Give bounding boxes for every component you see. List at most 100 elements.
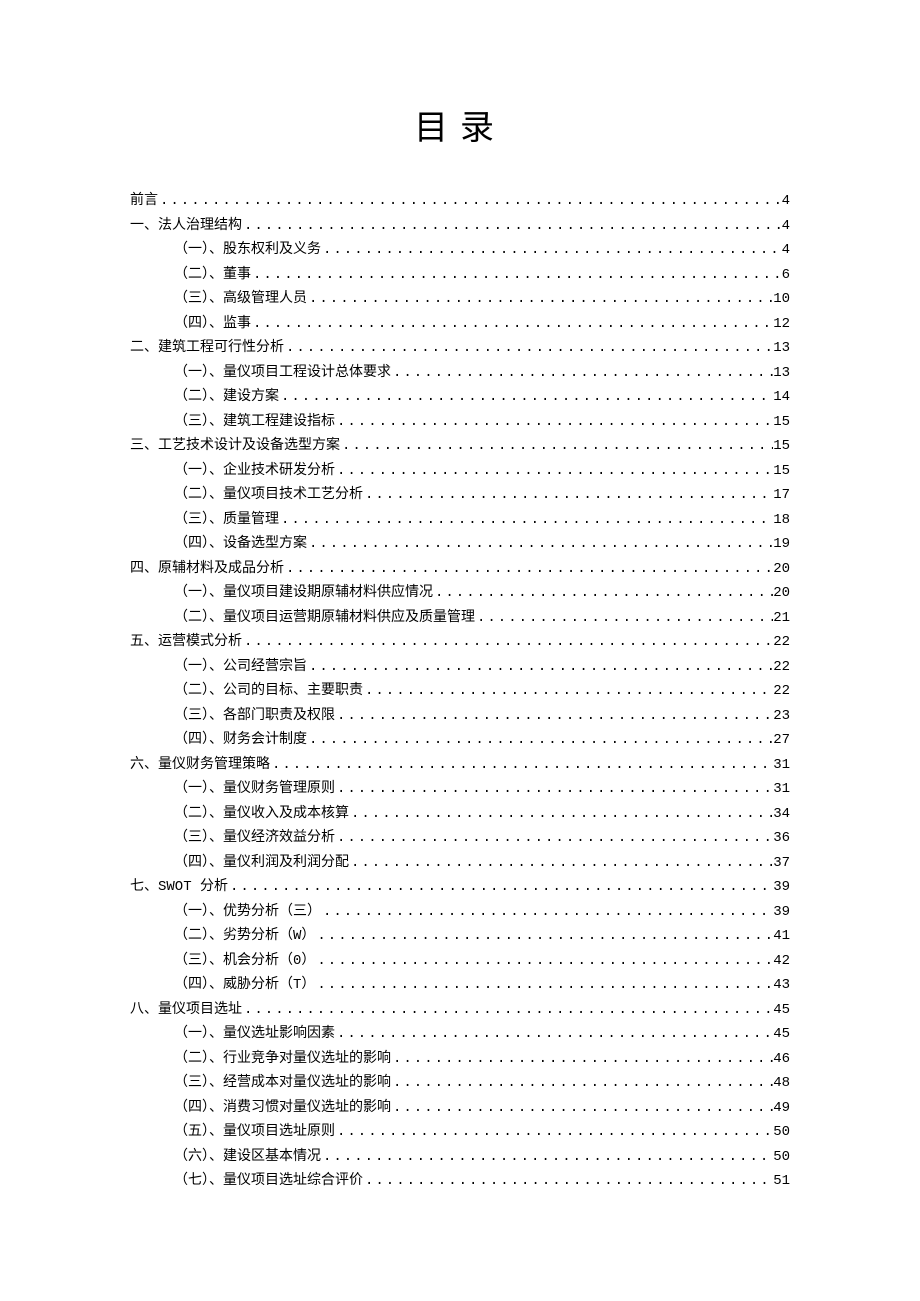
- toc-page-number: 27: [773, 728, 790, 753]
- toc-page-number: 21: [773, 606, 790, 631]
- toc-page-number: 14: [773, 385, 790, 410]
- toc-label: （六）、建设区基本情况: [174, 1145, 321, 1170]
- toc-entry: （五）、量仪项目选址原则 50: [130, 1120, 790, 1145]
- toc-leader-dots: [335, 459, 773, 484]
- toc-entry: （一）、优势分析（三）39: [130, 900, 790, 925]
- toc-leader-dots: [363, 679, 773, 704]
- toc-label: （二）、量仪项目技术工艺分析: [174, 483, 363, 508]
- toc-leader-dots: [284, 557, 773, 582]
- toc-label: （一）、量仪项目工程设计总体要求: [174, 361, 391, 386]
- toc-entry: （三）、质量管理 18: [130, 508, 790, 533]
- toc-leader-dots: [307, 287, 773, 312]
- toc-page-number: 18: [773, 508, 790, 533]
- toc-page-number: 22: [773, 655, 790, 680]
- toc-label: 四、原辅材料及成品分析: [130, 557, 284, 582]
- toc-label: 五、运营模式分析: [130, 630, 242, 655]
- toc-page-number: 15: [773, 459, 790, 484]
- toc-label: （三）、质量管理: [174, 508, 279, 533]
- toc-page-number: 20: [773, 581, 790, 606]
- toc-label: （四）、监事: [174, 312, 251, 337]
- toc-label: （四）、量仪利润及利润分配: [174, 851, 349, 876]
- toc-leader-dots: [158, 189, 782, 214]
- toc-page-number: 19: [773, 532, 790, 557]
- toc-page-number: 20: [773, 557, 790, 582]
- toc-entry: （二）、建设方案 14: [130, 385, 790, 410]
- toc-entry: （一）、量仪项目建设期原辅材料供应情况 20: [130, 581, 790, 606]
- toc-leader-dots: [335, 704, 773, 729]
- toc-leader-dots: [251, 263, 782, 288]
- toc-entry: （二）、董事6: [130, 263, 790, 288]
- toc-entry: （四）、设备选型方案19: [130, 532, 790, 557]
- toc-label: （二）、建设方案: [174, 385, 279, 410]
- toc-page-number: 39: [773, 875, 790, 900]
- toc-page-number: 43: [773, 973, 790, 998]
- toc-entry: （一）、公司经营宗旨 22: [130, 655, 790, 680]
- toc-page-number: 15: [773, 434, 790, 459]
- toc-page-number: 4: [782, 214, 790, 239]
- toc-page-number: 49: [773, 1096, 790, 1121]
- toc-label: 二、建筑工程可行性分析: [130, 336, 284, 361]
- toc-label: 六、量仪财务管理策略: [130, 753, 270, 778]
- toc-entry: （二）、劣势分析（W）41: [130, 924, 790, 949]
- toc-label: （一）、量仪项目建设期原辅材料供应情况: [174, 581, 433, 606]
- toc-label: （三）、量仪经济效益分析: [174, 826, 335, 851]
- toc-leader-dots: [284, 336, 773, 361]
- toc-label: （三）、高级管理人员: [174, 287, 307, 312]
- toc-leader-dots: [363, 1169, 773, 1194]
- toc-entry: 七、SWOT 分析 39: [130, 875, 790, 900]
- toc-label: （二）、公司的目标、主要职责: [174, 679, 363, 704]
- toc-page-number: 17: [773, 483, 790, 508]
- toc-label: 八、量仪项目选址: [130, 998, 242, 1023]
- toc-leader-dots: [315, 949, 773, 974]
- toc-entry: （三）、建筑工程建设指标15: [130, 410, 790, 435]
- toc-entry: （一）、股东权利及义务4: [130, 238, 790, 263]
- toc-entry: （一）、企业技术研发分析 15: [130, 459, 790, 484]
- toc-page-number: 13: [773, 336, 790, 361]
- toc-page-number: 31: [773, 753, 790, 778]
- toc-page-number: 4: [782, 189, 790, 214]
- toc-leader-dots: [391, 1071, 773, 1096]
- toc-page-number: 34: [773, 802, 790, 827]
- toc-entry: （三）、经营成本对量仪选址的影响48: [130, 1071, 790, 1096]
- toc-leader-dots: [321, 1145, 773, 1170]
- toc-leader-dots: [391, 361, 773, 386]
- toc-leader-dots: [279, 508, 773, 533]
- toc-page-number: 36: [773, 826, 790, 851]
- toc-label: （五）、量仪项目选址原则: [174, 1120, 335, 1145]
- toc-label: 一、法人治理结构: [130, 214, 242, 239]
- toc-page-number: 41: [773, 924, 790, 949]
- toc-leader-dots: [340, 434, 773, 459]
- toc-label: （三）、建筑工程建设指标: [174, 410, 335, 435]
- toc-entry: （四）、监事12: [130, 312, 790, 337]
- toc-leader-dots: [307, 728, 773, 753]
- toc-leader-dots: [242, 998, 773, 1023]
- page-title: 目录: [130, 100, 790, 149]
- toc-leader-dots: [335, 1120, 773, 1145]
- toc-leader-dots: [270, 753, 773, 778]
- toc-entry: （七）、量仪项目选址综合评价51: [130, 1169, 790, 1194]
- toc-leader-dots: [335, 826, 773, 851]
- toc-page-number: 46: [773, 1047, 790, 1072]
- toc-page-number: 50: [773, 1120, 790, 1145]
- toc-label: 七、SWOT 分析: [130, 875, 228, 900]
- toc-leader-dots: [315, 973, 773, 998]
- toc-entry: （三）、高级管理人员10: [130, 287, 790, 312]
- toc-label: （一）、公司经营宗旨: [174, 655, 307, 680]
- toc-entry: （一）、量仪选址影响因素45: [130, 1022, 790, 1047]
- toc-leader-dots: [321, 900, 773, 925]
- toc-label: （七）、量仪项目选址综合评价: [174, 1169, 363, 1194]
- toc-label: （一）、企业技术研发分析: [174, 459, 335, 484]
- toc-entry: 五、运营模式分析22: [130, 630, 790, 655]
- toc-leader-dots: [475, 606, 773, 631]
- toc-entry: 八、量仪项目选址 45: [130, 998, 790, 1023]
- toc-page-number: 42: [773, 949, 790, 974]
- toc-leader-dots: [349, 802, 773, 827]
- toc-leader-dots: [391, 1096, 773, 1121]
- toc-entry: （四）、威胁分析（T） 43: [130, 973, 790, 998]
- toc-entry: （二）、量仪项目运营期原辅材料供应及质量管理21: [130, 606, 790, 631]
- toc-page-number: 45: [773, 998, 790, 1023]
- toc-entry: （六）、建设区基本情况50: [130, 1145, 790, 1170]
- toc-page-number: 6: [782, 263, 790, 288]
- table-of-contents: 前言4一、法人治理结构4（一）、股东权利及义务4（二）、董事6（三）、高级管理人…: [130, 189, 790, 1194]
- toc-label: （四）、威胁分析（T）: [174, 973, 315, 998]
